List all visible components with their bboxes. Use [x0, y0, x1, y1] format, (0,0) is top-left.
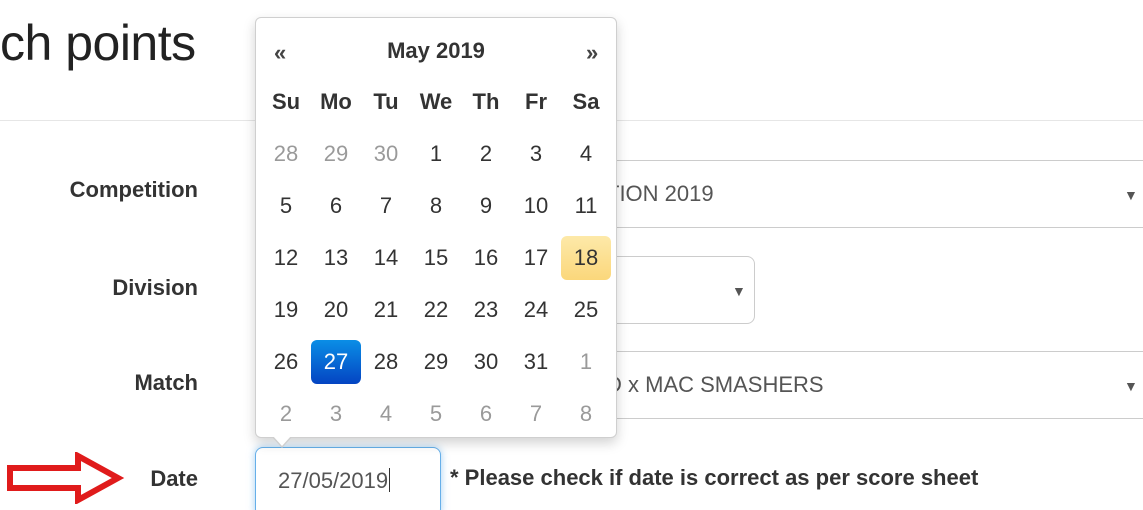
day-cell[interactable]: 28	[261, 132, 311, 176]
weekday-label: Mo	[320, 89, 352, 114]
datepicker-month-title[interactable]: May 2019	[256, 38, 616, 64]
day-cell[interactable]: 13	[311, 236, 361, 280]
day-cell[interactable]: 23	[461, 288, 511, 332]
week-row: 5 6 7 8 9 10 11	[256, 180, 616, 232]
day-cell[interactable]: 5	[411, 392, 461, 436]
day-cell[interactable]: 8	[561, 392, 611, 436]
day-cell[interactable]: 6	[461, 392, 511, 436]
day-cell[interactable]: 21	[361, 288, 411, 332]
weekday-label: Th	[472, 89, 500, 114]
day-cell[interactable]: 10	[511, 184, 561, 228]
week-row: 19 20 21 22 23 24 25	[256, 284, 616, 336]
weekday-label: Fr	[525, 89, 547, 114]
page-title: ch points	[0, 15, 196, 71]
day-cell[interactable]: 17	[511, 236, 561, 280]
date-input-value: 27/05/2019	[278, 468, 391, 493]
day-cell[interactable]: 31	[511, 340, 561, 384]
day-cell[interactable]: 16	[461, 236, 511, 280]
weekday-header-row: Su Mo Tu We Th Fr Sa	[256, 76, 616, 128]
date-label: Date	[150, 466, 198, 491]
day-cell-today[interactable]: 18	[561, 236, 611, 280]
day-cell[interactable]: 3	[511, 132, 561, 176]
day-cell[interactable]: 1	[561, 340, 611, 384]
day-cell[interactable]: 15	[411, 236, 461, 280]
caret-down-icon: ▼	[732, 282, 746, 299]
weekday-label: Tu	[373, 89, 399, 114]
day-cell[interactable]: 30	[361, 132, 411, 176]
competition-select-value: TION 2019	[606, 181, 714, 206]
match-select-value: D x MAC SMASHERS	[606, 372, 824, 397]
caret-down-icon: ▼	[1124, 186, 1138, 203]
datepicker-popup: « May 2019 » Su Mo Tu We Th Fr Sa 28 29 30 1 2 3 4 5 6 7…	[255, 17, 617, 448]
match-label: Match	[134, 370, 198, 395]
week-row: 12 13 14 15 16 17 18	[256, 232, 616, 284]
day-cell[interactable]: 4	[561, 132, 611, 176]
datepicker-grid: Su Mo Tu We Th Fr Sa 28 29 30 1 2 3 4 5 6 7 8 9 10 11 12 13 14 1…	[256, 76, 616, 440]
text-cursor	[389, 468, 391, 492]
weekday-label: We	[419, 89, 453, 114]
day-cell[interactable]: 3	[311, 392, 361, 436]
day-cell[interactable]: 8	[411, 184, 461, 228]
day-cell[interactable]: 14	[361, 236, 411, 280]
next-month-button[interactable]: »	[586, 40, 598, 66]
day-cell[interactable]: 5	[261, 184, 311, 228]
day-cell[interactable]: 1	[411, 132, 461, 176]
day-cell[interactable]: 26	[261, 340, 311, 384]
day-cell[interactable]: 30	[461, 340, 511, 384]
red-arrow-icon	[7, 452, 125, 504]
day-cell[interactable]: 22	[411, 288, 461, 332]
day-cell-selected[interactable]: 27	[311, 340, 361, 384]
weekday-label: Sa	[572, 89, 600, 114]
caret-down-icon: ▼	[1124, 377, 1138, 394]
weekday-label: Su	[271, 89, 301, 114]
day-cell[interactable]: 25	[561, 288, 611, 332]
division-label: Division	[112, 275, 198, 300]
day-cell[interactable]: 2	[461, 132, 511, 176]
week-row: 2345678	[256, 388, 616, 440]
day-cell[interactable]: 11	[561, 184, 611, 228]
week-row: 26 27 28 29 30 31 1	[256, 336, 616, 388]
day-cell[interactable]: 9	[461, 184, 511, 228]
date-note: * Please check if date is correct as per…	[450, 465, 979, 490]
day-cell[interactable]: 7	[361, 184, 411, 228]
day-cell[interactable]: 4	[361, 392, 411, 436]
week-row: 28 29 30 1 2 3 4	[256, 128, 616, 180]
day-cell[interactable]: 29	[311, 132, 361, 176]
datepicker-pointer-inner	[273, 436, 291, 446]
day-cell[interactable]: 6	[311, 184, 361, 228]
date-input[interactable]: 27/05/2019	[255, 447, 441, 510]
day-cell[interactable]: 2	[261, 392, 311, 436]
day-cell[interactable]: 24	[511, 288, 561, 332]
day-cell[interactable]: 12	[261, 236, 311, 280]
page: ch points Competition TION 2019 ▼ Divisi…	[0, 0, 1143, 510]
day-cell[interactable]: 7	[511, 392, 561, 436]
day-cell[interactable]: 28	[361, 340, 411, 384]
day-cell[interactable]: 29	[411, 340, 461, 384]
day-cell[interactable]: 20	[311, 288, 361, 332]
competition-label: Competition	[69, 177, 198, 202]
datepicker-header: « May 2019 »	[256, 18, 616, 82]
day-cell[interactable]: 19	[261, 288, 311, 332]
